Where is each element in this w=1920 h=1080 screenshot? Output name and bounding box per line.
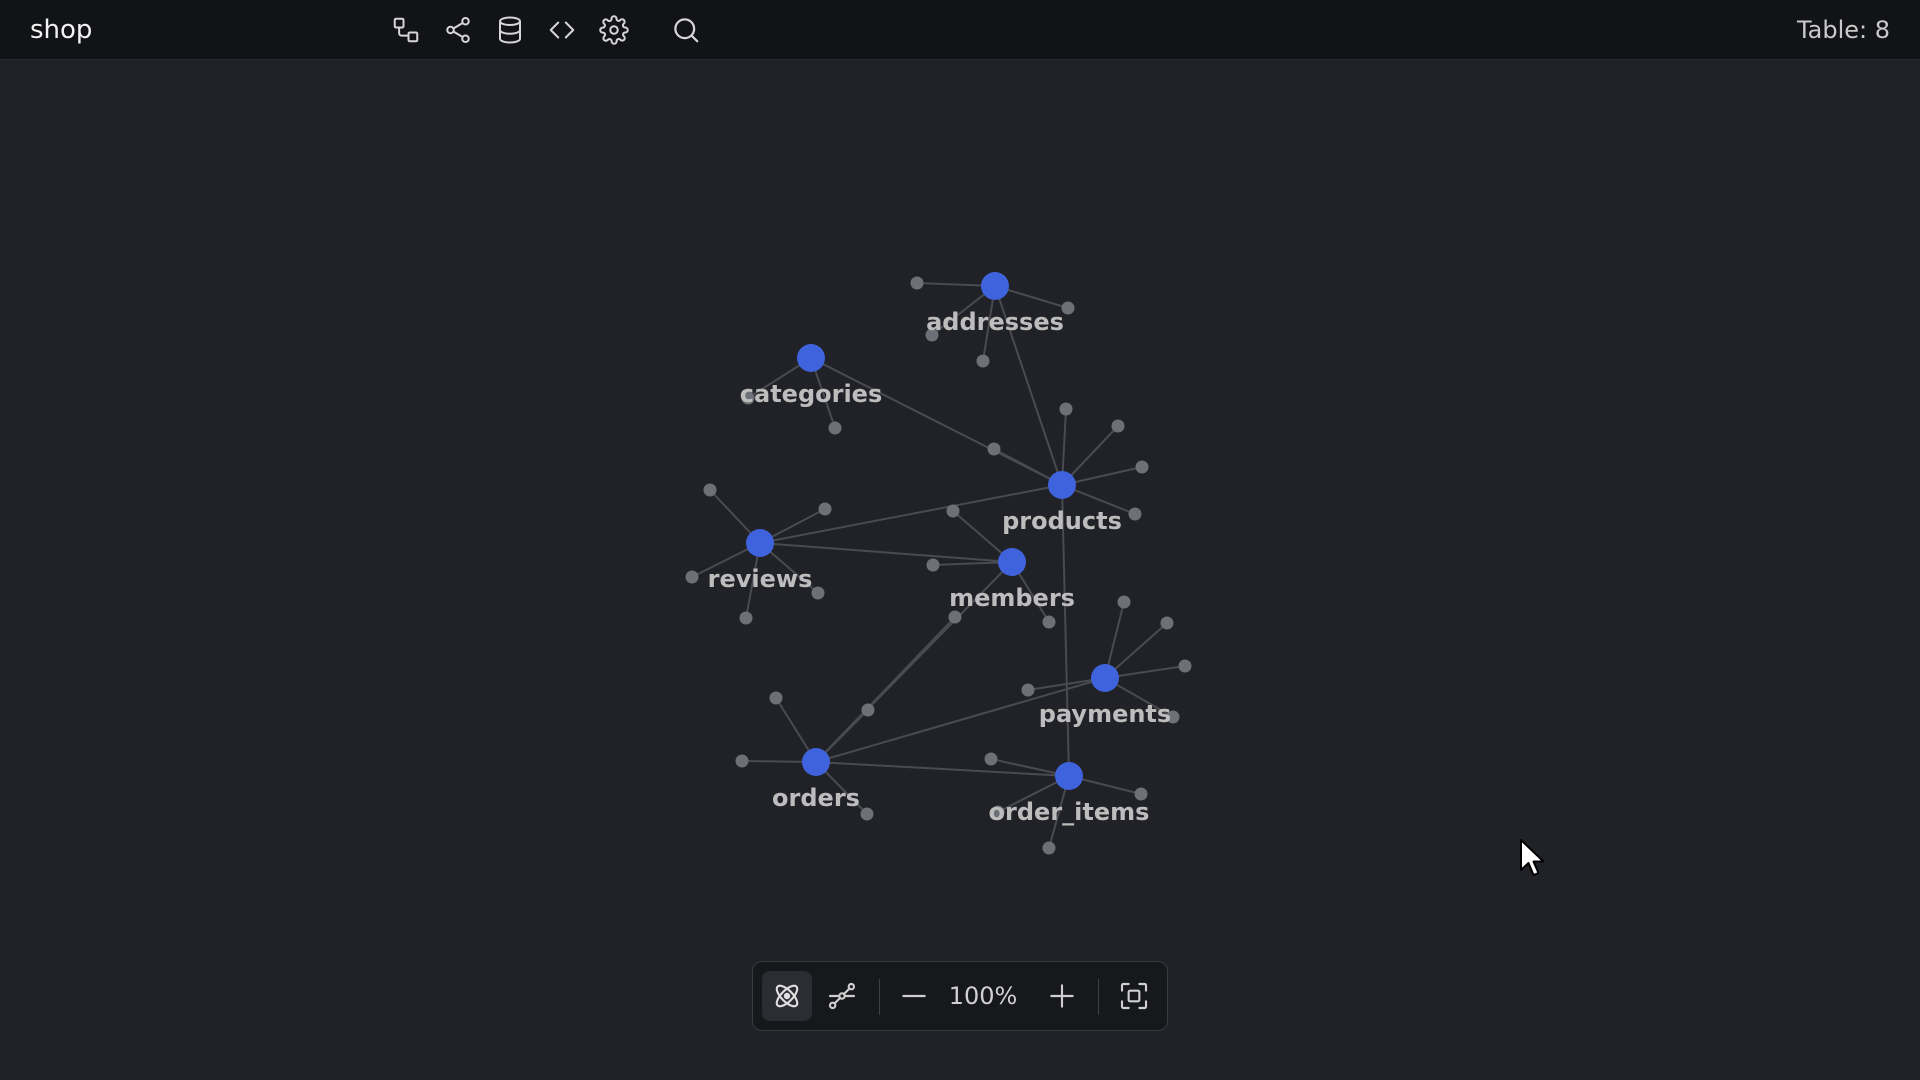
table-node-payments[interactable] [1091,664,1119,692]
table-node-order_items[interactable] [1055,762,1083,790]
table-label-order_items: order_items [989,798,1150,826]
table-label-categories: categories [740,380,882,408]
table-label-members: members [949,584,1075,612]
database-button[interactable] [490,10,530,50]
zoom-out-button[interactable] [889,971,939,1021]
diagram-button[interactable] [386,10,426,50]
fit-view-icon [1120,982,1148,1010]
table-label-orders: orders [772,784,860,812]
database-icon [499,16,521,44]
table-label-products: products [1002,507,1122,535]
zoom-in-icon [1050,984,1074,1008]
field-edge [815,616,956,763]
field-node[interactable] [818,502,832,516]
graph-table-labels: addresses categories products reviews member… [708,308,1172,826]
tree-layout-button[interactable] [817,971,867,1021]
field-node[interactable] [1117,595,1131,609]
table-node-members[interactable] [998,548,1026,576]
field-node[interactable] [861,703,875,717]
force-layout-button[interactable] [762,971,812,1021]
table-node-categories[interactable] [797,344,825,372]
field-node[interactable] [860,807,874,821]
table-node-reviews[interactable] [746,529,774,557]
field-node[interactable] [685,570,699,584]
tree-layout-icon [828,982,856,1010]
diagram-icon [393,17,419,43]
search-icon [674,18,699,43]
zoom-toolbar: 100% [752,961,1168,1031]
field-node[interactable] [976,354,990,368]
search-button[interactable] [666,10,706,50]
field-node[interactable] [828,421,842,435]
field-node[interactable] [1160,616,1174,630]
table-node-orders[interactable] [802,748,830,776]
field-node[interactable] [948,610,962,624]
zoombar-divider [1098,979,1099,1015]
table-count: Table: 8 [1796,16,1890,44]
schema-graph[interactable]: addresses categories products reviews member… [0,60,1920,1080]
field-node[interactable] [987,442,1001,456]
field-node[interactable] [1135,460,1149,474]
field-node[interactable] [946,504,960,518]
share-icon [446,17,470,43]
zoom-level: 100% [948,982,1018,1010]
app-title: shop [30,15,93,45]
table-node-products[interactable] [1048,471,1076,499]
field-node[interactable] [984,752,998,766]
field-node[interactable] [703,483,717,497]
table-label-reviews: reviews [708,565,813,593]
field-node[interactable] [1042,841,1056,855]
relation-edge-orders-order_items [815,761,1070,777]
field-node[interactable] [811,586,825,600]
table-label-addresses: addresses [926,308,1064,336]
field-node[interactable] [1042,615,1056,629]
settings-icon [599,15,629,45]
field-node[interactable] [1128,507,1142,521]
field-node[interactable] [735,754,749,768]
table-label-payments: payments [1039,700,1171,728]
zoombar-divider [879,979,880,1015]
force-layout-icon [775,984,799,1008]
code-button[interactable] [542,10,582,50]
field-node[interactable] [910,276,924,290]
code-icon [549,21,575,39]
table-node-addresses[interactable] [981,272,1009,300]
field-node[interactable] [1111,419,1125,433]
settings-button[interactable] [594,10,634,50]
zoom-out-icon [902,994,926,998]
field-node[interactable] [739,611,753,625]
field-node[interactable] [1021,683,1035,697]
field-node[interactable] [1059,402,1073,416]
fit-view-button[interactable] [1109,971,1159,1021]
relation-edge-reviews-members [759,542,1013,563]
mouse-cursor-icon [1520,839,1545,876]
zoom-in-button[interactable] [1037,971,1087,1021]
top-toolbar: shop Table: 8 [0,0,1920,60]
field-node[interactable] [1178,659,1192,673]
field-node[interactable] [769,691,783,705]
share-button[interactable] [438,10,478,50]
field-node[interactable] [926,558,940,572]
